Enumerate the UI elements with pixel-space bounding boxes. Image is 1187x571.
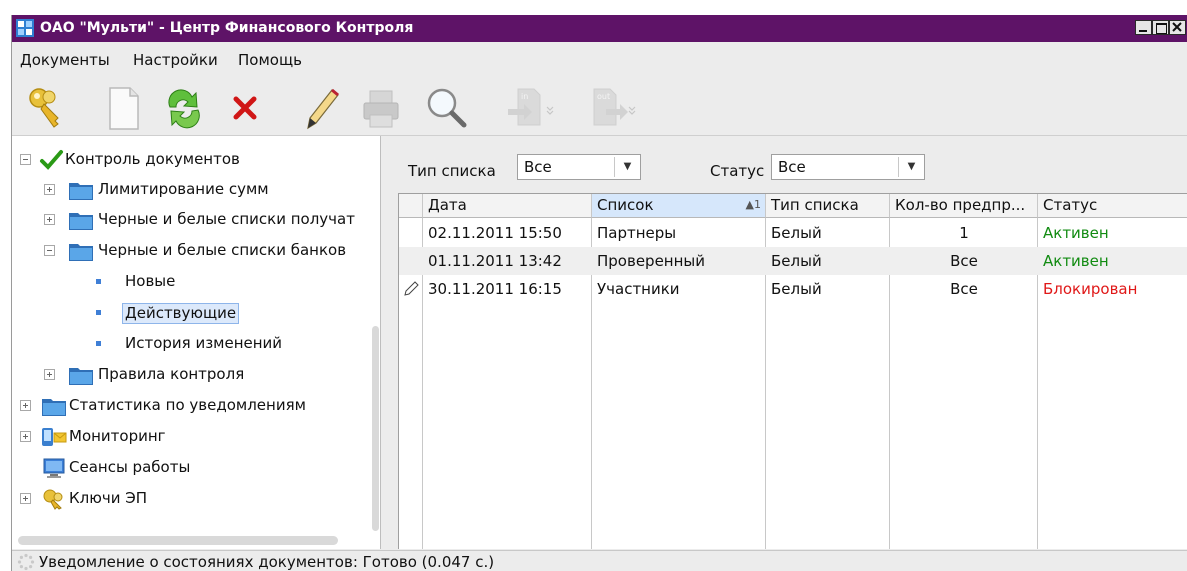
window-title: ОАО "Мульти" - Центр Финансового Контрол…: [40, 20, 414, 36]
status-text: Уведомление о состояниях документов: Гот…: [39, 553, 495, 571]
expand-icon[interactable]: [20, 431, 31, 442]
expand-icon[interactable]: [44, 214, 55, 225]
bullet-icon: [96, 310, 101, 315]
status-active: Активен: [1043, 252, 1109, 270]
edit-icon[interactable]: [298, 85, 346, 131]
folder-icon: [69, 368, 93, 385]
menu-bar: Документы Настройки Помощь: [12, 43, 1187, 76]
loading-spinner-icon: [17, 553, 35, 571]
list-panel: Тип списка Все ▼ Статус Все ▼ Дата Списо…: [381, 136, 1187, 549]
expand-icon[interactable]: [20, 493, 31, 504]
export-icon: out: [593, 88, 636, 126]
monitoring-icon: [42, 428, 67, 446]
pencil-icon: [404, 281, 419, 296]
tree-vertical-scrollbar[interactable]: [372, 326, 379, 531]
row-marker-header: [399, 194, 423, 218]
bullet-icon: [96, 341, 101, 346]
search-icon[interactable]: [422, 85, 470, 131]
column-header-company-count[interactable]: Кол-во предпр...: [890, 194, 1038, 218]
import-button[interactable]: in: [506, 85, 556, 131]
print-icon[interactable]: [358, 85, 406, 131]
import-icon: in: [508, 88, 554, 126]
bullet-icon: [96, 279, 101, 284]
status-filter-label: Статус: [710, 162, 765, 180]
export-button[interactable]: out: [588, 85, 638, 131]
status-blocked: Блокирован: [1043, 280, 1138, 298]
lists-table: Дата Список ▲1 Тип списка Кол-во предпр.…: [398, 193, 1187, 549]
menu-help[interactable]: Помощь: [238, 51, 302, 69]
column-header-date[interactable]: Дата: [423, 194, 592, 218]
table-row[interactable]: 01.11.2011 13:42 Проверенный Белый Все А…: [399, 247, 1187, 275]
close-button[interactable]: [1169, 20, 1186, 35]
title-bar: ОАО "Мульти" - Центр Финансового Контрол…: [12, 15, 1187, 42]
column-header-list[interactable]: Список ▲1: [592, 194, 766, 218]
minimize-icon: [1139, 30, 1147, 32]
minimize-button[interactable]: [1135, 20, 1152, 35]
table-row[interactable]: 30.11.2011 16:15 Участники Белый Все Бло…: [399, 275, 1187, 303]
navigation-tree: Контроль документов Лимитирование сумм Ч…: [12, 136, 381, 549]
list-type-select[interactable]: Все ▼: [517, 154, 641, 180]
maximize-button[interactable]: [1152, 20, 1169, 35]
delete-icon[interactable]: [222, 85, 270, 131]
svg-text:in: in: [521, 92, 528, 101]
refresh-icon[interactable]: [160, 85, 208, 131]
tree-horizontal-scrollbar[interactable]: [18, 536, 338, 545]
status-bar: Уведомление о состояниях документов: Гот…: [12, 550, 1187, 571]
status-filter-select[interactable]: Все ▼: [771, 154, 925, 180]
close-icon: [1172, 22, 1182, 32]
checkmark-icon: [40, 150, 63, 170]
computer-icon: [43, 458, 65, 478]
menu-documents[interactable]: Документы: [20, 51, 110, 69]
column-header-list-type[interactable]: Тип списка: [766, 194, 890, 218]
collapse-icon[interactable]: [44, 245, 55, 256]
status-active: Активен: [1043, 224, 1109, 242]
keys-icon: [43, 489, 63, 510]
maximize-icon: [1156, 23, 1167, 34]
folder-open-icon: [69, 244, 93, 261]
folder-icon: [69, 183, 93, 200]
svg-text:out: out: [597, 92, 610, 101]
app-window: ОАО "Мульти" - Центр Финансового Контрол…: [11, 15, 1187, 571]
sort-ascending-icon: ▲1: [745, 198, 761, 211]
menu-settings[interactable]: Настройки: [133, 51, 218, 69]
table-row[interactable]: 02.11.2011 15:50 Партнеры Белый 1 Активе…: [399, 219, 1187, 247]
expand-icon[interactable]: [44, 184, 55, 195]
column-header-status[interactable]: Статус: [1038, 194, 1187, 218]
list-type-label: Тип списка: [408, 162, 496, 180]
expand-icon[interactable]: [20, 400, 31, 411]
collapse-icon[interactable]: [20, 154, 31, 165]
folder-icon: [42, 399, 66, 416]
toolbar: in out: [12, 77, 1187, 136]
dropdown-arrow-icon: ▼: [614, 157, 640, 177]
app-icon: [16, 19, 34, 37]
folder-icon: [69, 213, 93, 230]
expand-icon[interactable]: [44, 369, 55, 380]
new-document-icon[interactable]: [100, 85, 148, 131]
dropdown-arrow-icon: ▼: [898, 157, 924, 177]
keys-icon[interactable]: [24, 85, 72, 131]
